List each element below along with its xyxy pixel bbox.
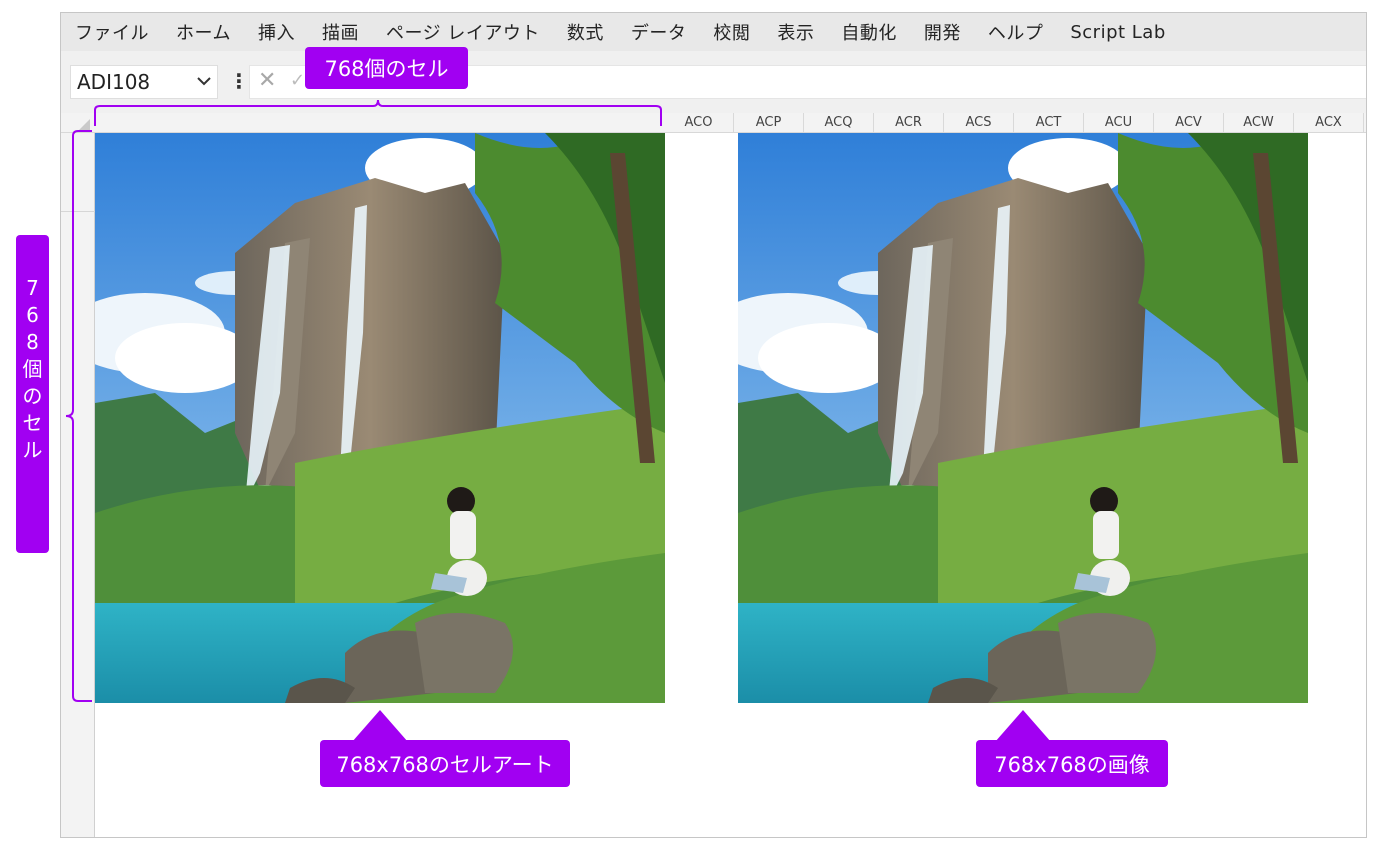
left-callout-char: の — [22, 384, 43, 408]
left-callout-char: 7 — [26, 276, 39, 300]
vertical-bracket — [65, 130, 92, 702]
bottom-left-callout: 768x768のセルアート — [320, 740, 570, 787]
top-callout: 768個のセル — [305, 47, 468, 89]
left-callout-char: 8 — [26, 330, 39, 354]
left-callout: 7 6 8 個 の セ ル — [16, 235, 49, 553]
left-callout-char: ル — [22, 438, 43, 462]
bottom-right-callout: 768x768の画像 — [976, 740, 1168, 787]
left-callout-char: 6 — [26, 303, 39, 327]
left-callout-char: セ — [22, 411, 43, 435]
annotation-brackets — [65, 99, 662, 702]
horizontal-bracket — [94, 99, 662, 126]
bottom-left-callout-pointer — [352, 710, 408, 742]
left-callout-char: 個 — [22, 357, 43, 381]
bottom-right-callout-pointer — [995, 710, 1051, 742]
